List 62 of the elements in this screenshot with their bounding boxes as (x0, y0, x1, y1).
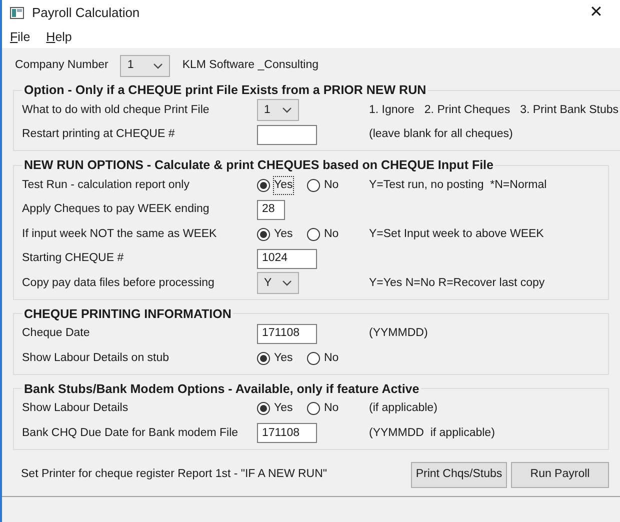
radio-button[interactable] (257, 352, 270, 365)
group-title: Bank Stubs/Bank Modem Options - Available, only if feature Active (23, 380, 420, 396)
text-field[interactable]: 171108 (257, 324, 317, 344)
hint-text: Y=Set Input week to above WEEK (369, 226, 544, 242)
group-title: Option - Only if a CHEQUE print File Exists from a PRIOR NEW RUN (23, 82, 428, 98)
action-button[interactable]: Print Chqs/Stubs (411, 462, 507, 488)
radio-label[interactable]: No (324, 350, 339, 367)
radio-button[interactable] (307, 352, 320, 365)
hint-text: Y=Yes N=No R=Recover last copy (369, 276, 545, 291)
field-label: Starting CHEQUE # (22, 251, 125, 266)
hint-text: 1. Ignore (369, 102, 414, 118)
hint-text: 3. Print Bank Stubs (520, 102, 619, 118)
text-field[interactable]: 171108 (257, 423, 317, 444)
chevron-down-icon (153, 63, 164, 69)
radio-label[interactable]: Yes (274, 226, 293, 243)
chevron-down-icon (282, 107, 292, 114)
company-name: KLM Software _Consulting (182, 58, 318, 74)
dropdown[interactable]: Y (257, 272, 299, 294)
field-label: Restart printing at CHEQUE # (22, 127, 176, 142)
text-field[interactable] (257, 124, 317, 145)
radio-label[interactable]: No (324, 400, 339, 418)
field-label: Copy pay data files before processing (22, 276, 216, 291)
footer-text: Set Printer for cheque register Report 1st - "IF A NEW RUN" (20, 466, 328, 482)
field-label: Test Run - calculation report only (22, 178, 190, 193)
field-label: Show Labour Details on stub (22, 350, 170, 366)
radio-button[interactable] (307, 402, 320, 416)
field-label: Show Labour Details (22, 401, 130, 416)
radio-label[interactable]: Yes (274, 176, 293, 194)
field-label: Apply Cheques to pay WEEK ending (22, 202, 210, 218)
radio-label[interactable]: No (324, 226, 339, 243)
radio-label[interactable]: Yes (274, 400, 293, 418)
action-button[interactable]: Run Payroll (511, 462, 609, 488)
dropdown[interactable]: 1 (257, 99, 299, 122)
field-label: What to do with old cheque Print File (22, 102, 210, 118)
field-label: Bank CHQ Due Date for Bank modem File (22, 426, 240, 441)
field-label: Company Number (15, 58, 108, 74)
hint-text: Y=Test run, no posting *N=Normal (369, 178, 547, 193)
radio-button[interactable] (307, 228, 320, 241)
window-title: Payroll Calculation (32, 4, 141, 22)
radio-label[interactable]: No (324, 176, 339, 194)
hint-text: (YYMMDD) (369, 326, 428, 342)
text-field[interactable]: 1024 (257, 248, 317, 269)
radio-button[interactable] (257, 178, 270, 192)
menu-item[interactable]: File (10, 28, 30, 46)
hint-text: (if applicable) (369, 401, 438, 416)
field-label: Cheque Date (22, 326, 91, 342)
hint-text: 2. Print Cheques (424, 102, 510, 118)
close-button[interactable]: ✕ (584, 1, 608, 25)
field-label: If input week NOT the same as WEEK (22, 226, 218, 242)
group-title: NEW RUN OPTIONS - Calculate & print CHEQUES based on CHEQUE Input File (23, 157, 494, 173)
radio-button[interactable] (257, 228, 270, 241)
menu-item[interactable]: Help (46, 28, 72, 46)
hint-text: (leave blank for all cheques) (369, 127, 513, 142)
hint-text: (YYMMDD if applicable) (369, 426, 495, 441)
radio-button[interactable] (257, 402, 270, 416)
radio-button[interactable] (307, 178, 320, 192)
dropdown[interactable]: 1 (120, 55, 170, 77)
group-title: CHEQUE PRINTING INFORMATION (23, 306, 232, 322)
radio-label[interactable]: Yes (274, 350, 293, 367)
text-field[interactable]: 28 (257, 200, 285, 220)
chevron-down-icon (282, 280, 292, 286)
app-icon (10, 7, 24, 19)
